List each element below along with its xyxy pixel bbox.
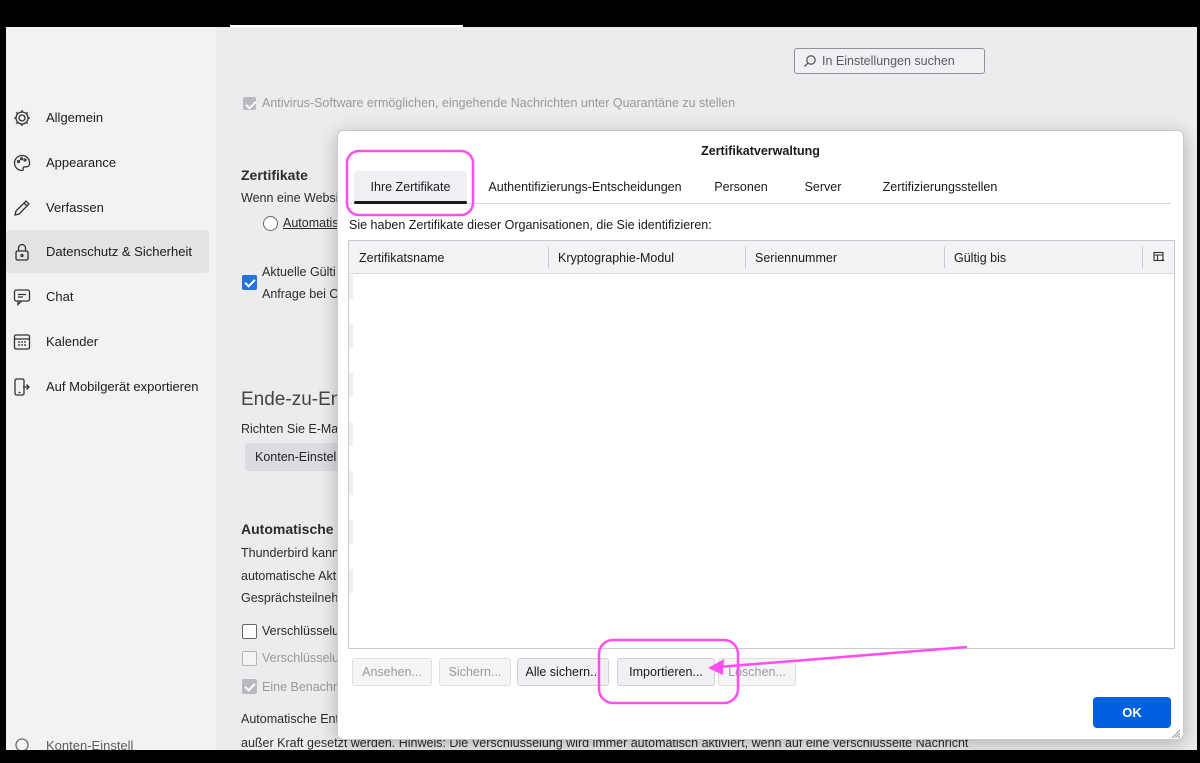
sidebar-item-label: Auf Mobilgerät exportieren [46, 379, 199, 394]
tab-servers[interactable]: Server [800, 171, 846, 203]
gear-icon [12, 735, 32, 750]
backup-button[interactable]: Sichern... [439, 658, 511, 686]
tab-your-certificates[interactable]: Ihre Zertifikate [354, 171, 467, 204]
e2e-text: Richten Sie E-Mai [241, 422, 342, 436]
lock-icon [12, 242, 32, 262]
sidebar-item-allgemein[interactable]: Allgemein [6, 96, 209, 139]
automatic-radio[interactable] [263, 216, 278, 231]
search-placeholder: In Einstellungen suchen [822, 54, 955, 68]
sidebar: Allgemein Appearance Verfassen Datenschu… [6, 27, 216, 750]
auto-text-3: Gesprächsteilnehr [241, 591, 343, 605]
column-header-serial[interactable]: Seriennummer [745, 241, 944, 274]
column-header-name[interactable]: Zertifikatsname [349, 241, 548, 274]
column-header-module[interactable]: Kryptographie-Modul [548, 241, 745, 274]
sidebar-item-verfassen[interactable]: Verfassen [6, 186, 209, 229]
tab-people[interactable]: Personen [710, 171, 772, 203]
dialog-tabs: Ihre Zertifikate Authentifizierungs-Ents… [350, 171, 1171, 204]
current-validity-label: Aktuelle Gülti [262, 265, 336, 279]
automatic-radio-label: Automatis [283, 216, 339, 230]
mobile-export-icon [12, 377, 32, 397]
search-input[interactable]: In Einstellungen suchen [794, 48, 985, 74]
certs-heading: Zertifikate [241, 167, 308, 183]
delete-button[interactable]: Löschen... [718, 658, 796, 686]
sidebar-item-label: Appearance [46, 155, 117, 170]
calendar-icon [12, 332, 32, 352]
search-icon [803, 54, 822, 68]
sidebar-item-mobile-export[interactable]: Auf Mobilgerät exportieren [6, 365, 209, 408]
encryption-label-2: Verschlüsselur [262, 651, 344, 665]
auto-text-1: Thunderbird kann [241, 546, 339, 560]
column-picker-icon[interactable] [1152, 250, 1166, 264]
dialog-description: Sie haben Zertifikate dieser Organisatio… [349, 218, 712, 232]
certificate-table: Zertifikatsname Kryptographie-Modul Seri… [348, 240, 1175, 649]
column-separator[interactable] [1142, 247, 1143, 268]
dialog-title: Zertifikatverwaltung [701, 144, 820, 158]
certs-text: Wenn eine Websi [241, 191, 339, 205]
e2e-heading: Ende-zu-End [241, 389, 352, 410]
bottom-text-1: Automatische Ent [241, 712, 339, 726]
current-validity-label-2: Anfrage bei O [262, 287, 340, 301]
sidebar-item-label: Datenschutz & Sicherheit [46, 244, 192, 259]
sidebar-item-account-settings[interactable]: Konten-Einstell [6, 735, 209, 750]
sidebar-item-label: Chat [46, 289, 74, 304]
notification-checkbox[interactable] [242, 679, 257, 694]
auto-text-2: automatische Akt [241, 569, 337, 583]
sidebar-item-kalender[interactable]: Kalender [6, 320, 209, 363]
antivirus-checkbox[interactable] [243, 97, 256, 110]
column-header-valid-until[interactable]: Gültig bis [944, 241, 1142, 274]
tab-authorities[interactable]: Zertifizierungsstellen [875, 171, 1005, 203]
encryption-label-1: Verschlüsselur [262, 624, 344, 638]
current-validity-checkbox[interactable] [242, 275, 257, 290]
import-button[interactable]: Importieren... [617, 658, 715, 686]
encryption-checkbox-2[interactable] [242, 651, 257, 666]
table-body[interactable] [349, 275, 353, 628]
notification-label: Eine Benachri [262, 680, 340, 694]
sidebar-item-datenschutz[interactable]: Datenschutz & Sicherheit [6, 230, 209, 273]
pencil-icon [12, 198, 32, 218]
sidebar-item-label: Kalender [46, 334, 99, 349]
auto-heading: Automatische V [241, 521, 347, 537]
account-settings-button[interactable]: Konten-Einstel [245, 443, 347, 471]
sidebar-item-chat[interactable]: Chat [6, 275, 209, 318]
view-button[interactable]: Ansehen... [352, 658, 432, 686]
tab-authentication-decisions[interactable]: Authentifizierungs-Entscheidungen [480, 171, 690, 203]
antivirus-label: Antivirus-Software ermöglichen, eingehen… [262, 96, 736, 110]
sidebar-item-appearance[interactable]: Appearance [6, 141, 209, 184]
sidebar-item-label: Konten-Einstell [46, 737, 134, 751]
sidebar-item-label: Allgemein [46, 110, 104, 125]
palette-icon [12, 153, 32, 173]
certificate-manager-dialog: Zertifikatverwaltung Ihre Zertifikate Au… [337, 130, 1184, 740]
resize-grip-icon[interactable] [1170, 726, 1181, 739]
backup-all-button[interactable]: Alle sichern... [517, 658, 609, 686]
chat-icon [12, 287, 32, 307]
gear-icon [12, 108, 32, 128]
encryption-checkbox-1[interactable] [242, 624, 257, 639]
sidebar-item-label: Verfassen [46, 200, 104, 215]
table-header: Zertifikatsname Kryptographie-Modul Seri… [349, 241, 1174, 274]
ok-button[interactable]: OK [1093, 697, 1171, 728]
